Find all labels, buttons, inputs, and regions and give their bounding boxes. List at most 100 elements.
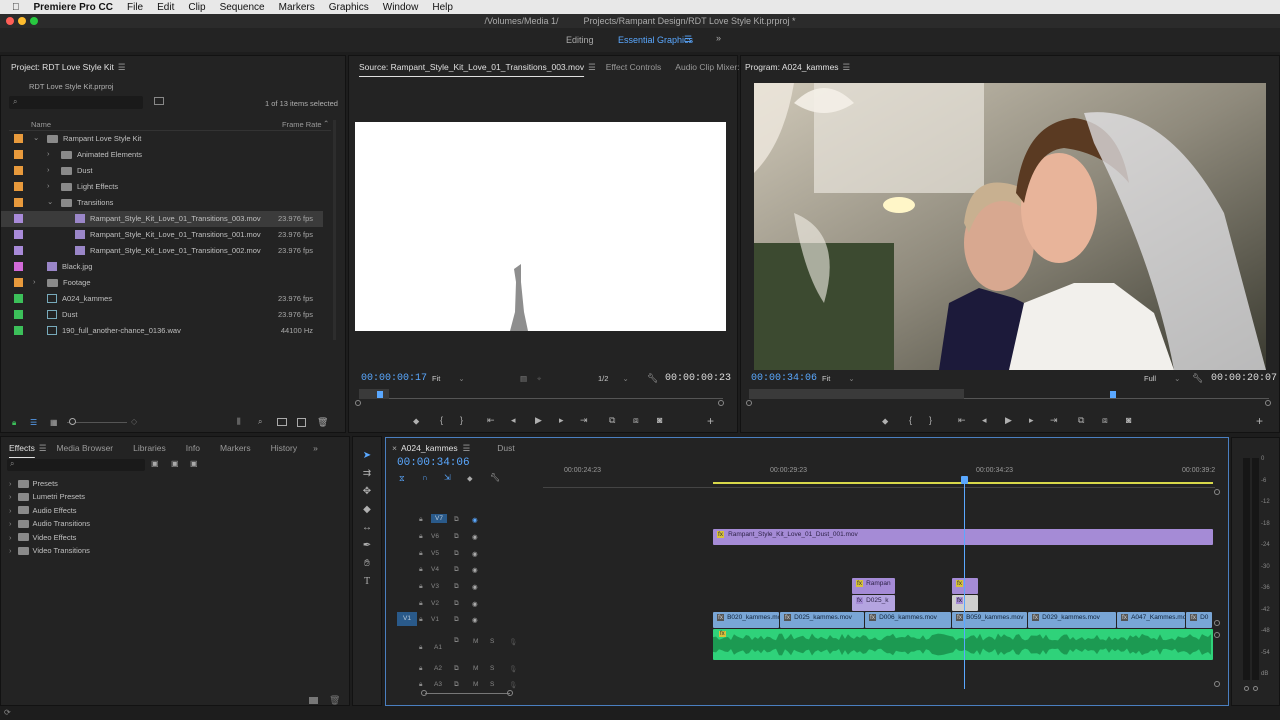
sort-icons-icon[interactable]: ◇ bbox=[131, 417, 137, 426]
sort-up-icon[interactable]: ⌃ bbox=[323, 119, 329, 128]
track-label[interactable]: V1 bbox=[431, 616, 439, 623]
slip-tool-icon[interactable]: ↔ bbox=[360, 522, 374, 533]
find-icon[interactable]: ⌕ bbox=[258, 417, 262, 427]
play-icon[interactable]: ▶ bbox=[535, 415, 542, 426]
lock-track-icon[interactable]: 🔒︎ bbox=[419, 644, 422, 652]
background-render-icon[interactable]: ⟳ bbox=[4, 708, 11, 717]
meter-solo-right[interactable] bbox=[1253, 686, 1258, 691]
type-tool-icon[interactable]: T bbox=[360, 576, 374, 587]
label-color-swatch[interactable] bbox=[14, 278, 23, 287]
panel-menu-icon[interactable]: ☰ bbox=[118, 62, 126, 73]
track-label[interactable]: V5 bbox=[431, 550, 439, 557]
panel-menu-icon[interactable]: ☰ bbox=[39, 443, 47, 454]
program-zoom-handle-right[interactable] bbox=[1265, 400, 1271, 406]
lock-track-icon[interactable]: 🔒︎ bbox=[419, 566, 423, 574]
list-view-icon[interactable]: ☰ bbox=[30, 418, 37, 427]
eye-icon[interactable]: ◉ bbox=[472, 516, 478, 524]
lock-icon[interactable]: 🔒︎ bbox=[12, 418, 16, 428]
tab-effect-controls[interactable]: Effect Controls bbox=[596, 62, 672, 72]
step-forward-icon[interactable]: ▸ bbox=[1029, 415, 1034, 426]
tab-markers[interactable]: Markers bbox=[210, 443, 261, 453]
go-to-out-icon[interactable]: ⇥ bbox=[1050, 415, 1058, 426]
new-bin-icon[interactable] bbox=[277, 418, 287, 426]
solo-button[interactable]: S bbox=[490, 681, 494, 688]
menu-app[interactable]: Premiere Pro CC bbox=[34, 2, 113, 13]
close-tab-icon[interactable]: × bbox=[392, 443, 397, 453]
source-time-ruler[interactable] bbox=[359, 389, 723, 399]
track-label[interactable]: V3 bbox=[431, 583, 439, 590]
safe-margins-icon[interactable]: ▤ bbox=[520, 374, 527, 383]
tab-program[interactable]: Program: A024_kammes bbox=[741, 62, 849, 72]
source-resolution-select[interactable]: 1/2 ⌄ bbox=[598, 374, 629, 383]
clip-dust-v6[interactable]: fx Rampant_Style_Kit_Love_01_Dust_001.mov bbox=[713, 529, 1213, 545]
tab-history[interactable]: History bbox=[261, 443, 307, 453]
source-zoom-handle-left[interactable] bbox=[355, 400, 361, 406]
lock-track-icon[interactable]: 🔒︎ bbox=[419, 516, 423, 524]
project-row[interactable]: ⌄ Rampant Love Style Kit bbox=[1, 131, 323, 147]
project-row[interactable]: › Light Effects bbox=[1, 179, 323, 195]
mute-button[interactable]: M bbox=[473, 665, 478, 672]
new-item-icon[interactable] bbox=[297, 418, 306, 427]
chevron-right-icon[interactable]: › bbox=[9, 519, 12, 528]
timeline-vscroll-audio-handle[interactable] bbox=[1214, 632, 1220, 638]
sync-lock-icon[interactable]: ⧉ bbox=[454, 600, 459, 608]
track-label[interactable]: A3 bbox=[434, 681, 442, 688]
tab-sequence-dust[interactable]: Dust bbox=[497, 443, 514, 453]
sync-lock-icon[interactable]: ⧉ bbox=[454, 665, 459, 673]
effects-overflow-button[interactable]: » bbox=[307, 443, 324, 453]
clip-transition-v3[interactable]: fx Rampan bbox=[852, 578, 895, 594]
timeline-playhead-handle[interactable] bbox=[961, 476, 968, 484]
label-color-swatch[interactable] bbox=[14, 230, 23, 239]
source-patch-v1[interactable]: V1 bbox=[397, 612, 417, 626]
source-playhead[interactable] bbox=[377, 391, 383, 398]
label-color-swatch[interactable] bbox=[14, 182, 23, 191]
chevron-right-icon[interactable]: › bbox=[9, 506, 12, 515]
label-color-swatch[interactable] bbox=[14, 294, 23, 303]
menu-graphics[interactable]: Graphics bbox=[329, 2, 369, 13]
clip-d025-v2[interactable]: fx D025_k bbox=[852, 595, 895, 611]
project-row[interactable]: 190_full_another-chance_0136.wav 44100 Hz bbox=[1, 323, 323, 339]
project-row[interactable]: Dust 23.976 fps bbox=[1, 307, 323, 323]
tab-sequence-a024[interactable]: A024_kammes bbox=[401, 443, 458, 453]
lock-track-icon[interactable]: 🔒︎ bbox=[419, 616, 423, 624]
chevron-right-icon[interactable]: › bbox=[9, 492, 12, 501]
mark-in-icon[interactable]: { bbox=[440, 415, 443, 425]
new-bin-from-search-icon[interactable] bbox=[154, 97, 164, 105]
trash-icon[interactable]: 🗑︎ bbox=[317, 417, 328, 428]
clip-v2b[interactable]: fx bbox=[952, 595, 978, 611]
chevron-right-icon[interactable]: › bbox=[47, 149, 50, 158]
settings-wrench-icon[interactable]: 🔧︎ bbox=[1192, 373, 1203, 384]
solo-button[interactable]: S bbox=[490, 638, 494, 645]
program-resolution-select[interactable]: Full ⌄ bbox=[1144, 374, 1180, 383]
menu-sequence[interactable]: Sequence bbox=[220, 2, 265, 13]
label-color-swatch[interactable] bbox=[14, 166, 23, 175]
timeline-timecode[interactable]: 00:00:34:06 bbox=[397, 457, 470, 469]
eye-icon[interactable]: ◉ bbox=[472, 533, 478, 541]
clip-v1[interactable]: fx D0 bbox=[1186, 612, 1212, 628]
export-frame-icon[interactable]: ◙ bbox=[657, 415, 662, 425]
eye-icon[interactable]: ◉ bbox=[472, 600, 478, 608]
track-label[interactable]: V6 bbox=[431, 533, 439, 540]
label-color-swatch[interactable] bbox=[14, 134, 23, 143]
drag-video-icon[interactable]: ⌖ bbox=[537, 374, 541, 384]
chevron-right-icon[interactable]: › bbox=[33, 277, 36, 286]
settings-wrench-icon[interactable]: 🔧︎ bbox=[647, 373, 658, 384]
sync-lock-icon[interactable]: ⧉ bbox=[454, 616, 459, 624]
menu-clip[interactable]: Clip bbox=[188, 2, 205, 13]
trash-icon[interactable]: 🗑︎ bbox=[329, 695, 340, 706]
menu-edit[interactable]: Edit bbox=[157, 2, 174, 13]
track-select-tool-icon[interactable]: ⇉ bbox=[360, 468, 374, 479]
step-forward-icon[interactable]: ▸ bbox=[559, 415, 564, 426]
column-name[interactable]: Name bbox=[31, 120, 51, 129]
timeline-ruler[interactable]: 00:00:24:23 00:00:29:23 00:00:34:23 00:0… bbox=[543, 462, 1215, 488]
lift-icon[interactable]: ⧉ bbox=[1078, 415, 1084, 426]
step-back-icon[interactable]: ◂ bbox=[982, 415, 987, 426]
voiceover-mic-icon[interactable]: 🎙︎ bbox=[509, 681, 517, 689]
go-to-out-icon[interactable]: ⇥ bbox=[580, 415, 588, 426]
workspace-editing[interactable]: Editing bbox=[566, 35, 594, 45]
hand-tool-icon[interactable]: ✋︎ bbox=[360, 558, 374, 569]
mute-button[interactable]: M bbox=[473, 638, 478, 645]
play-icon[interactable]: ▶ bbox=[1005, 415, 1012, 426]
track-label[interactable]: V7 bbox=[431, 514, 447, 523]
menu-help[interactable]: Help bbox=[432, 2, 453, 13]
